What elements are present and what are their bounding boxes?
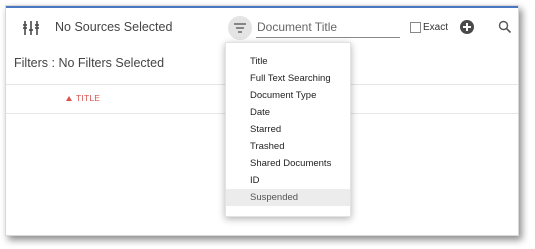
- dropdown-item-id[interactable]: ID: [226, 172, 350, 189]
- dropdown-item-title[interactable]: Title: [226, 53, 350, 70]
- filter-button[interactable]: [228, 16, 252, 40]
- dropdown-item-trashed[interactable]: Trashed: [226, 138, 350, 155]
- document-title-search-input[interactable]: [256, 17, 400, 38]
- dropdown-item-shared-documents[interactable]: Shared Documents: [226, 155, 350, 172]
- dropdown-item-full-text-searching[interactable]: Full Text Searching: [226, 70, 350, 87]
- exact-checkbox-box[interactable]: [410, 22, 421, 33]
- dropdown-item-date[interactable]: Date: [226, 104, 350, 121]
- exact-label: Exact: [423, 22, 449, 33]
- add-circle-icon[interactable]: [460, 20, 474, 34]
- document-search-panel: No Sources Selected Exact Filters : No: [5, 5, 519, 236]
- dropdown-item-suspended[interactable]: Suspended: [226, 189, 350, 206]
- dropdown-item-document-type[interactable]: Document Type: [226, 87, 350, 104]
- filters-status: Filters : No Filters Selected: [14, 56, 165, 70]
- dropdown-item-starred[interactable]: Starred: [226, 121, 350, 138]
- title-column-label: TITLE: [76, 93, 101, 103]
- search-field-dropdown: Title Full Text Searching Document Type …: [225, 42, 351, 217]
- sort-ascending-icon: [66, 95, 72, 101]
- sources-label[interactable]: No Sources Selected: [55, 20, 172, 34]
- filter-lines-icon: [234, 23, 246, 33]
- search-icon[interactable]: [498, 20, 512, 39]
- exact-checkbox[interactable]: Exact: [410, 22, 448, 33]
- title-column-header[interactable]: TITLE: [66, 93, 100, 103]
- sources-sliders-icon[interactable]: [22, 19, 40, 37]
